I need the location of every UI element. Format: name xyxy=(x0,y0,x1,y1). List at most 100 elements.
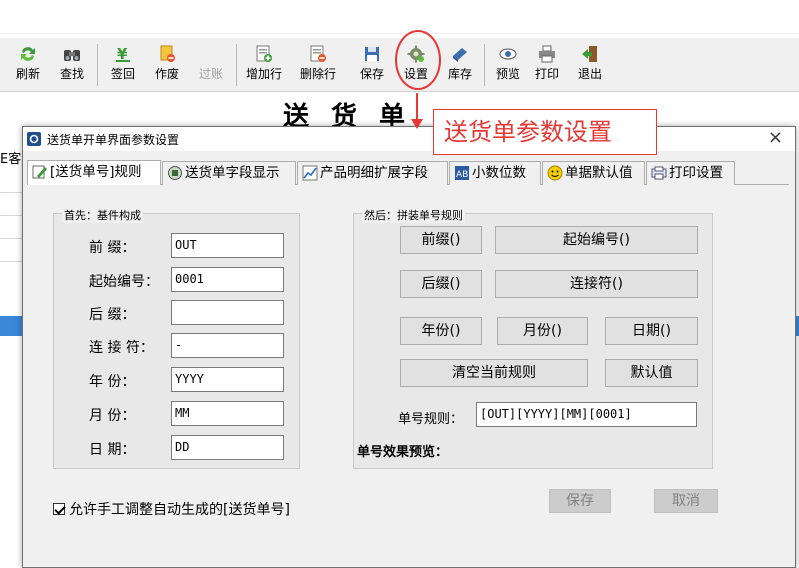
settings-dialog: 送货单开单界面参数设置 × [送货单号]规则 送货单字段显示 产品明细扩展字段 … xyxy=(22,126,796,568)
save-button[interactable]: 保存 xyxy=(350,42,394,88)
tab-number-rule[interactable]: [送货单号]规则 xyxy=(27,160,161,185)
group-title: 然后：拼装单号规则 xyxy=(362,207,465,223)
start-number-button[interactable]: 起始编号() xyxy=(495,226,698,254)
year-button[interactable]: 年份() xyxy=(400,317,482,345)
number-rule-input[interactable]: [OUT][YYYY][MM][0001] xyxy=(476,402,697,427)
void-label: 作废 xyxy=(154,67,179,81)
eye-icon xyxy=(499,48,517,60)
dialog-title: 送货单开单界面参数设置 xyxy=(47,133,180,147)
print-label: 打印 xyxy=(534,67,559,81)
post-label: 过账 xyxy=(198,67,223,81)
dialog-titlebar: 送货单开单界面参数设置 × xyxy=(23,127,795,151)
inventory-icon xyxy=(453,48,467,62)
tab-label: 打印设置 xyxy=(669,165,723,181)
close-icon[interactable]: × xyxy=(768,128,783,148)
edit-icon xyxy=(32,165,47,179)
selected-row-highlight xyxy=(0,316,22,336)
clear-rule-button[interactable]: 清空当前规则 xyxy=(400,359,588,387)
tab-strip: [送货单号]规则 送货单字段显示 产品明细扩展字段 AB 小数位数 单据默认值 打… xyxy=(27,160,789,185)
yen-icon: ¥ xyxy=(116,45,130,63)
inventory-button[interactable]: 库存 xyxy=(438,42,482,88)
find-button[interactable]: 查找 xyxy=(50,42,94,88)
table-row xyxy=(0,239,22,262)
start-number-label: 起始编号： xyxy=(89,274,159,290)
month-label: 月 份： xyxy=(89,408,136,424)
dialog-cancel-button[interactable]: 取消 xyxy=(654,489,718,513)
background-column-header: E客 xyxy=(0,152,22,167)
void-button[interactable]: 作废 xyxy=(145,42,189,88)
app-icon xyxy=(27,132,41,146)
sign-back-label: 签回 xyxy=(110,67,135,81)
default-value-button[interactable]: 默认值 xyxy=(605,359,698,387)
preview-label: 预览 xyxy=(495,67,520,81)
find-label: 查找 xyxy=(59,67,84,81)
year-label: 年 份： xyxy=(89,374,136,390)
connector-label: 连 接 符： xyxy=(89,340,154,356)
annotation-arrow-line xyxy=(416,93,418,119)
print-setup-icon xyxy=(651,166,667,180)
refresh-button[interactable]: 刷新 xyxy=(6,42,50,88)
tab-label: 小数位数 xyxy=(472,165,526,181)
number-preview-label: 单号效果预览： xyxy=(357,445,449,460)
start-number-input[interactable]: 0001 xyxy=(171,267,284,292)
table-row xyxy=(0,170,22,193)
background-grid xyxy=(0,170,22,262)
add-row-button[interactable]: 增加行 xyxy=(242,42,286,88)
smiley-icon xyxy=(547,165,563,181)
day-label: 日 期： xyxy=(89,442,136,458)
sign-back-button[interactable]: ¥ 签回 xyxy=(101,42,145,88)
checkbox-checked-icon[interactable] xyxy=(53,503,65,515)
suffix-input[interactable] xyxy=(171,300,284,325)
suffix-button[interactable]: 后缀() xyxy=(400,270,482,298)
add-row-label: 增加行 xyxy=(245,67,282,81)
svg-text:AB: AB xyxy=(456,170,468,180)
connector-button[interactable]: 连接符() xyxy=(495,270,698,298)
month-input[interactable]: MM xyxy=(171,401,284,426)
preview-button[interactable]: 预览 xyxy=(486,42,530,88)
group-title: 首先：基件构成 xyxy=(62,207,143,223)
connector-input[interactable]: - xyxy=(171,333,284,358)
tab-product-extension[interactable]: 产品明细扩展字段 xyxy=(297,161,448,185)
tab-decimal-places[interactable]: AB 小数位数 xyxy=(449,161,541,185)
dialog-save-button[interactable]: 保存 xyxy=(549,489,611,513)
delete-row-icon xyxy=(310,45,326,62)
prefix-button[interactable]: 前缀() xyxy=(400,226,482,254)
day-button[interactable]: 日期() xyxy=(605,317,698,345)
checkbox-label: 允许手工调整自动生成的[送货单号] xyxy=(69,502,290,518)
floppy-icon xyxy=(365,47,379,61)
exit-button[interactable]: 退出 xyxy=(568,42,612,88)
save-label: 保存 xyxy=(359,67,384,81)
tab-label: 产品明细扩展字段 xyxy=(320,165,428,181)
prefix-label: 前 缀： xyxy=(89,240,136,256)
tab-label: 单据默认值 xyxy=(565,165,633,181)
tab-label: 送货单字段显示 xyxy=(185,165,280,181)
decimal-icon: AB xyxy=(455,166,469,180)
add-row-icon xyxy=(256,45,272,62)
table-row xyxy=(0,193,22,216)
toolbar-separator xyxy=(484,44,485,86)
delete-row-label: 删除行 xyxy=(299,67,336,81)
window-top-strip xyxy=(0,0,799,34)
print-button[interactable]: 打印 xyxy=(525,42,569,88)
suffix-label: 后 缀： xyxy=(89,307,136,323)
manual-adjust-checkbox[interactable]: 允许手工调整自动生成的[送货单号] xyxy=(53,499,290,519)
month-button[interactable]: 月份() xyxy=(497,317,588,345)
printer-icon xyxy=(539,45,555,63)
tab-field-display[interactable]: 送货单字段显示 xyxy=(162,161,296,185)
table-row xyxy=(0,216,22,239)
prefix-input[interactable]: OUT xyxy=(171,233,284,258)
annotation-circle xyxy=(395,30,441,90)
post-button[interactable]: 过账 xyxy=(189,42,233,88)
chart-icon xyxy=(302,165,318,181)
post-icon xyxy=(201,44,221,64)
year-input[interactable]: YYYY xyxy=(171,367,284,392)
binoculars-icon xyxy=(64,50,80,61)
inventory-label: 库存 xyxy=(447,67,472,81)
void-icon xyxy=(160,45,175,62)
toolbar-separator xyxy=(236,44,237,86)
tab-default-values[interactable]: 单据默认值 xyxy=(542,161,645,185)
toolbar-separator xyxy=(97,44,98,86)
tab-print-settings[interactable]: 打印设置 xyxy=(646,161,735,185)
delete-row-button[interactable]: 删除行 xyxy=(296,42,340,88)
day-input[interactable]: DD xyxy=(171,435,284,460)
